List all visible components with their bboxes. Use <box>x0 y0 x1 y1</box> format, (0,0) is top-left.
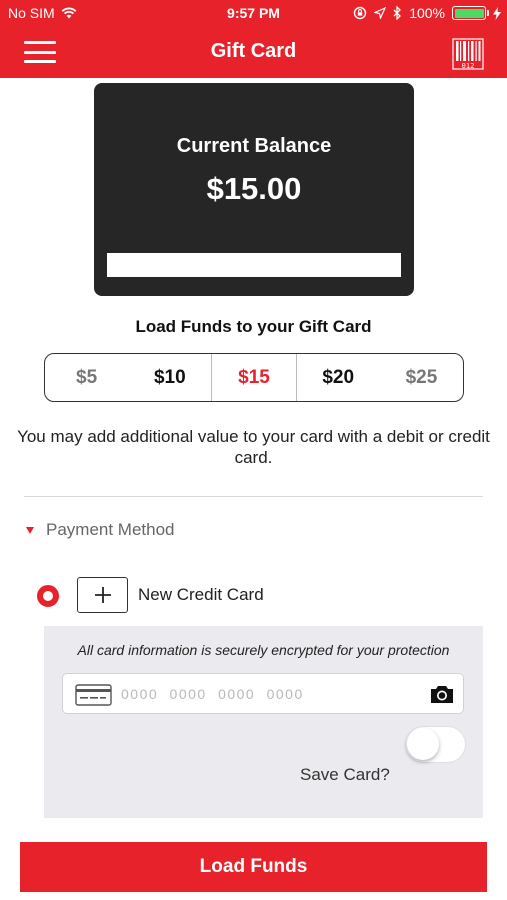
battery-fill <box>454 8 484 18</box>
battery-icon <box>452 6 489 20</box>
lock-rotation-icon <box>353 6 367 20</box>
status-right: 100% <box>353 5 501 21</box>
amount-selector: $5 $10 $15 $20 $25 <box>44 353 464 402</box>
amount-option-5[interactable]: $5 <box>45 354 128 401</box>
balance-value: $15.00 <box>206 171 302 206</box>
add-card-button[interactable] <box>77 577 128 613</box>
battery-percent: 100% <box>409 5 445 21</box>
barcode-caption: 012 <box>462 62 475 70</box>
amount-option-15[interactable]: $15 <box>211 354 297 401</box>
credit-card-icon <box>75 684 112 706</box>
amount-option-20[interactable]: $20 <box>297 354 380 401</box>
status-bar: No SIM 9:57 PM 100% <box>0 0 507 28</box>
card-number-input[interactable] <box>121 674 421 713</box>
payment-method-label: Payment Method <box>46 520 175 539</box>
barcode-icon[interactable]: 012 <box>451 37 485 71</box>
card-number-field-wrapper <box>62 673 464 714</box>
secure-note: All card information is securely encrypt… <box>77 642 450 658</box>
toggle-knob <box>407 728 439 760</box>
new-card-label[interactable]: New Credit Card <box>138 585 264 605</box>
plus-icon <box>94 587 111 603</box>
nav-bar: Gift Card 012 <box>0 28 507 78</box>
location-icon <box>374 7 387 19</box>
camera-icon[interactable] <box>429 683 455 705</box>
balance-label: Current Balance <box>176 135 332 157</box>
divider <box>24 496 483 497</box>
amount-option-25[interactable]: $25 <box>380 354 463 401</box>
page-title: Gift Card <box>210 40 297 62</box>
new-card-radio[interactable] <box>37 585 59 607</box>
caret-down-icon <box>26 526 34 534</box>
save-card-label: Save Card? <box>300 765 390 784</box>
card-barcode-strip <box>107 253 401 277</box>
save-card-toggle[interactable] <box>405 726 466 763</box>
load-funds-button[interactable]: Load Funds <box>20 842 487 892</box>
load-funds-title: Load Funds to your Gift Card <box>135 317 372 336</box>
gift-card: Current Balance $15.00 <box>94 83 414 296</box>
charging-icon <box>493 6 501 20</box>
bluetooth-icon <box>393 6 402 20</box>
amount-option-10[interactable]: $10 <box>128 354 211 401</box>
payment-method-toggle[interactable]: Payment Method <box>26 520 175 540</box>
card-entry-panel: All card information is securely encrypt… <box>44 626 483 818</box>
info-text: You may add additional value to your car… <box>17 427 490 467</box>
